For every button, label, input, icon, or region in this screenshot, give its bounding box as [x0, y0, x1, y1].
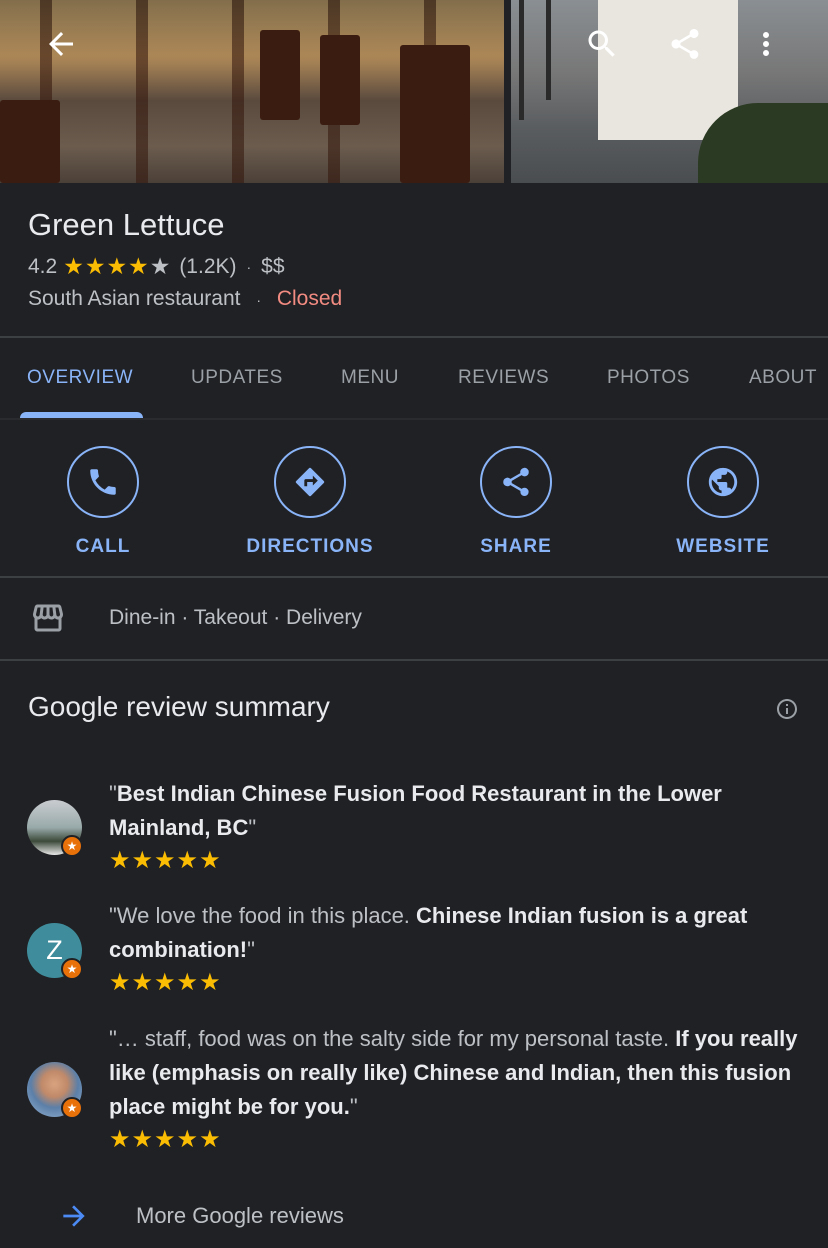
review-stars: ★★★★★	[109, 847, 222, 874]
tab-menu[interactable]: MENU	[341, 367, 399, 389]
service-options-row[interactable]: Dine-in · Takeout · Delivery	[0, 578, 828, 660]
more-reviews-link[interactable]: More Google reviews	[0, 1190, 828, 1240]
search-icon[interactable]	[582, 24, 622, 64]
quote-open: "	[109, 781, 117, 806]
chair-shape	[400, 45, 470, 183]
review-count: (1.2K)	[179, 254, 237, 278]
header-photos[interactable]	[0, 0, 828, 183]
rating-row[interactable]: 4.2 ★★★★★ (1.2K) · $$	[28, 253, 285, 280]
separator-dot: ·	[256, 292, 261, 308]
website-circle[interactable]	[687, 446, 759, 518]
call-label: CALL	[75, 536, 131, 557]
price-level: $$	[261, 254, 285, 278]
avatar[interactable]: ★	[27, 1062, 83, 1119]
quote-plain: "We love the food in this place.	[109, 903, 417, 928]
local-guide-badge-icon: ★	[61, 958, 83, 980]
pole-shape	[519, 0, 524, 120]
rating-stars: ★★★★★	[63, 253, 171, 280]
more-options-icon[interactable]	[746, 24, 786, 64]
quote-close: "	[248, 815, 257, 840]
tab-updates[interactable]: UPDATES	[191, 367, 283, 389]
divider	[0, 659, 828, 661]
place-title: Green Lettuce	[28, 207, 225, 242]
rating-value: 4.2	[28, 254, 58, 278]
tab-about[interactable]: ABOUT	[749, 367, 817, 389]
share-top-icon[interactable]	[665, 24, 705, 64]
category-row: South Asian restaurant · Closed	[28, 287, 342, 311]
review-summary-title: Google review summary	[28, 691, 330, 722]
tab-bar: OVERVIEW UPDATES MENU REVIEWS PHOTOS ABO…	[0, 340, 828, 420]
tab-photos[interactable]: PHOTOS	[607, 367, 690, 389]
quote-close: "	[349, 1094, 358, 1119]
directions-button[interactable]: DIRECTIONS	[230, 446, 390, 558]
chair-shape	[320, 35, 360, 125]
rating-stars-filled: ★★★★	[63, 253, 150, 279]
review-stars: ★★★★★	[109, 1126, 222, 1153]
call-button[interactable]: CALL	[23, 446, 183, 558]
share-label: SHARE	[480, 536, 552, 557]
arrow-right-icon	[63, 1205, 85, 1227]
call-circle[interactable]	[67, 446, 139, 518]
review-quote: "… staff, food was on the salty side for…	[109, 1022, 799, 1124]
service-options-text: Dine-in · Takeout · Delivery	[109, 606, 362, 629]
globe-icon	[708, 467, 738, 497]
share-circle[interactable]	[480, 446, 552, 518]
pole-shape	[546, 0, 551, 100]
review-quote: "We love the food in this place. Chinese…	[109, 899, 799, 967]
local-guide-badge-icon: ★	[61, 1097, 83, 1119]
divider	[0, 336, 828, 338]
open-status[interactable]: Closed	[277, 287, 342, 310]
avatar[interactable]: Z ★	[27, 923, 83, 980]
directions-circle[interactable]	[274, 446, 346, 518]
storefront-icon	[33, 604, 63, 632]
quote-plain: "… staff, food was on the salty side for…	[109, 1026, 676, 1051]
tab-reviews[interactable]: REVIEWS	[458, 367, 549, 389]
more-reviews-label: More Google reviews	[136, 1203, 344, 1228]
quote-highlight: Best Indian Chinese Fusion Food Restaura…	[109, 781, 722, 840]
avatar[interactable]: ★	[27, 800, 83, 857]
category-label: South Asian restaurant	[28, 287, 241, 310]
separator-dot: ·	[246, 258, 252, 275]
info-icon[interactable]	[775, 697, 799, 721]
directions-icon	[295, 467, 325, 497]
share-icon	[503, 467, 529, 497]
review-stars: ★★★★★	[109, 969, 222, 996]
phone-icon	[90, 469, 116, 495]
chair-shape	[0, 100, 60, 183]
photo-divider	[504, 0, 511, 183]
quote-close: "	[247, 937, 255, 962]
chair-shape	[260, 30, 300, 120]
divider	[0, 418, 828, 420]
website-label: WEBSITE	[676, 536, 770, 557]
rating-star-empty: ★	[149, 253, 172, 279]
share-button[interactable]: SHARE	[436, 446, 596, 558]
tab-overview[interactable]: OVERVIEW	[27, 367, 133, 389]
website-button[interactable]: WEBSITE	[643, 446, 803, 558]
local-guide-badge-icon: ★	[61, 835, 83, 857]
directions-label: DIRECTIONS	[246, 536, 374, 557]
review-quote: "Best Indian Chinese Fusion Food Restaur…	[109, 777, 799, 845]
back-arrow-icon[interactable]	[41, 24, 81, 64]
